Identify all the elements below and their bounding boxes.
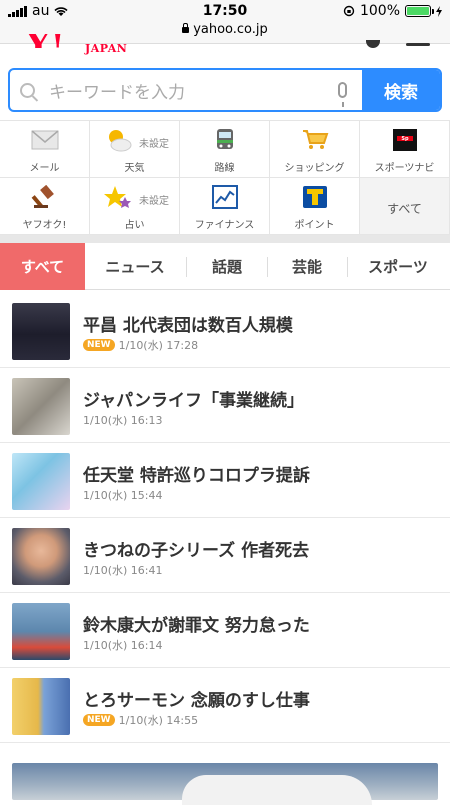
service-shopping[interactable]: ショッピング: [270, 121, 360, 178]
car-image: [182, 775, 372, 805]
news-item[interactable]: とろサーモン 念願のすし仕事 NEW 1/10(水) 14:55: [0, 668, 450, 743]
news-thumbnail: [12, 528, 70, 585]
search-input[interactable]: キーワードを入力: [10, 70, 322, 110]
news-thumbnail: [12, 303, 70, 360]
url-text: yahoo.co.jp: [193, 22, 268, 37]
service-all[interactable]: すべて: [360, 178, 450, 235]
featured-image[interactable]: [12, 763, 438, 805]
news-timestamp: 1/10(水) 16:13: [83, 414, 163, 427]
weather-icon: [109, 130, 132, 152]
microphone-icon: [337, 82, 347, 107]
service-weather[interactable]: 未設定 天気: [90, 121, 180, 178]
tab-news[interactable]: ニュース: [85, 243, 185, 290]
news-thumbnail: [12, 603, 70, 660]
service-auction[interactable]: ヤフオク!: [0, 178, 90, 235]
orientation-lock-icon: [343, 5, 355, 17]
service-points[interactable]: ポイント: [270, 178, 360, 235]
service-transit[interactable]: 路線: [180, 121, 270, 178]
news-thumbnail: [12, 378, 70, 435]
search-icon: [20, 82, 35, 98]
tab-sports[interactable]: スポーツ: [348, 243, 448, 290]
voice-search-button[interactable]: [322, 70, 362, 110]
auction-gavel-icon: [31, 185, 54, 208]
yahoo-logo[interactable]: Y!: [26, 34, 65, 48]
status-bar: au 17:50 100%: [0, 0, 450, 22]
news-timestamp: 1/10(水) 16:14: [83, 639, 163, 652]
new-badge: NEW: [83, 339, 115, 351]
logo-japan-text: JAPAN: [85, 42, 128, 55]
mail-icon: [31, 130, 59, 150]
cart-icon: [303, 130, 329, 149]
search-placeholder: キーワードを入力: [49, 82, 185, 103]
service-finance[interactable]: ファイナンス: [180, 178, 270, 235]
search-box: キーワードを入力 検索: [8, 68, 442, 112]
sportsnavi-icon: Sp: [393, 129, 417, 151]
tab-entertainment[interactable]: 芸能: [268, 243, 346, 290]
new-badge: NEW: [83, 714, 115, 726]
section-divider: [0, 235, 450, 243]
news-item[interactable]: 任天堂 特許巡りコロプラ提訴 1/10(水) 15:44: [0, 443, 450, 518]
service-fortune[interactable]: 未設定 占い: [90, 178, 180, 235]
search-button[interactable]: 検索: [362, 70, 440, 110]
user-icon[interactable]: [366, 40, 380, 48]
service-sportsnavi[interactable]: Sp スポーツナビ: [360, 121, 450, 178]
news-thumbnail: [12, 453, 70, 510]
battery-percent: 100%: [359, 3, 400, 19]
svg-text:Sp: Sp: [401, 136, 409, 142]
charging-icon: [436, 5, 442, 17]
lock-icon: [182, 23, 190, 33]
train-icon: [217, 129, 233, 149]
news-timestamp: 1/10(水) 16:41: [83, 564, 163, 577]
url-bar[interactable]: yahoo.co.jp: [0, 22, 450, 44]
tpoint-icon: [303, 186, 327, 208]
battery-icon: [405, 5, 434, 17]
news-tabs: すべて ニュース 話題 芸能 スポーツ: [0, 243, 450, 290]
service-grid: メール 未設定 天気 路線 ショッピング Sp スポーツナビ ヤフオク! 未設定…: [0, 120, 450, 235]
service-mail[interactable]: メール: [0, 121, 90, 178]
news-item[interactable]: 平昌 北代表団は数百人規模 NEW 1/10(水) 17:28: [0, 293, 450, 368]
news-timestamp: 1/10(水) 15:44: [83, 489, 163, 502]
news-item[interactable]: ジャパンライフ「事業継続」 1/10(水) 16:13: [0, 368, 450, 443]
news-thumbnail: [12, 678, 70, 735]
tab-all[interactable]: すべて: [0, 243, 85, 290]
finance-chart-icon: [212, 185, 238, 209]
menu-icon[interactable]: [406, 43, 430, 46]
news-item[interactable]: きつねの子シリーズ 作者死去 1/10(水) 16:41: [0, 518, 450, 593]
news-item[interactable]: 鈴木康大が謝罪文 努力怠った 1/10(水) 16:14: [0, 593, 450, 668]
news-timestamp: 1/10(水) 17:28: [118, 339, 199, 352]
tab-topics[interactable]: 話題: [187, 243, 267, 290]
news-timestamp: 1/10(水) 14:55: [118, 714, 199, 727]
star-fortune-icon: [104, 186, 131, 208]
